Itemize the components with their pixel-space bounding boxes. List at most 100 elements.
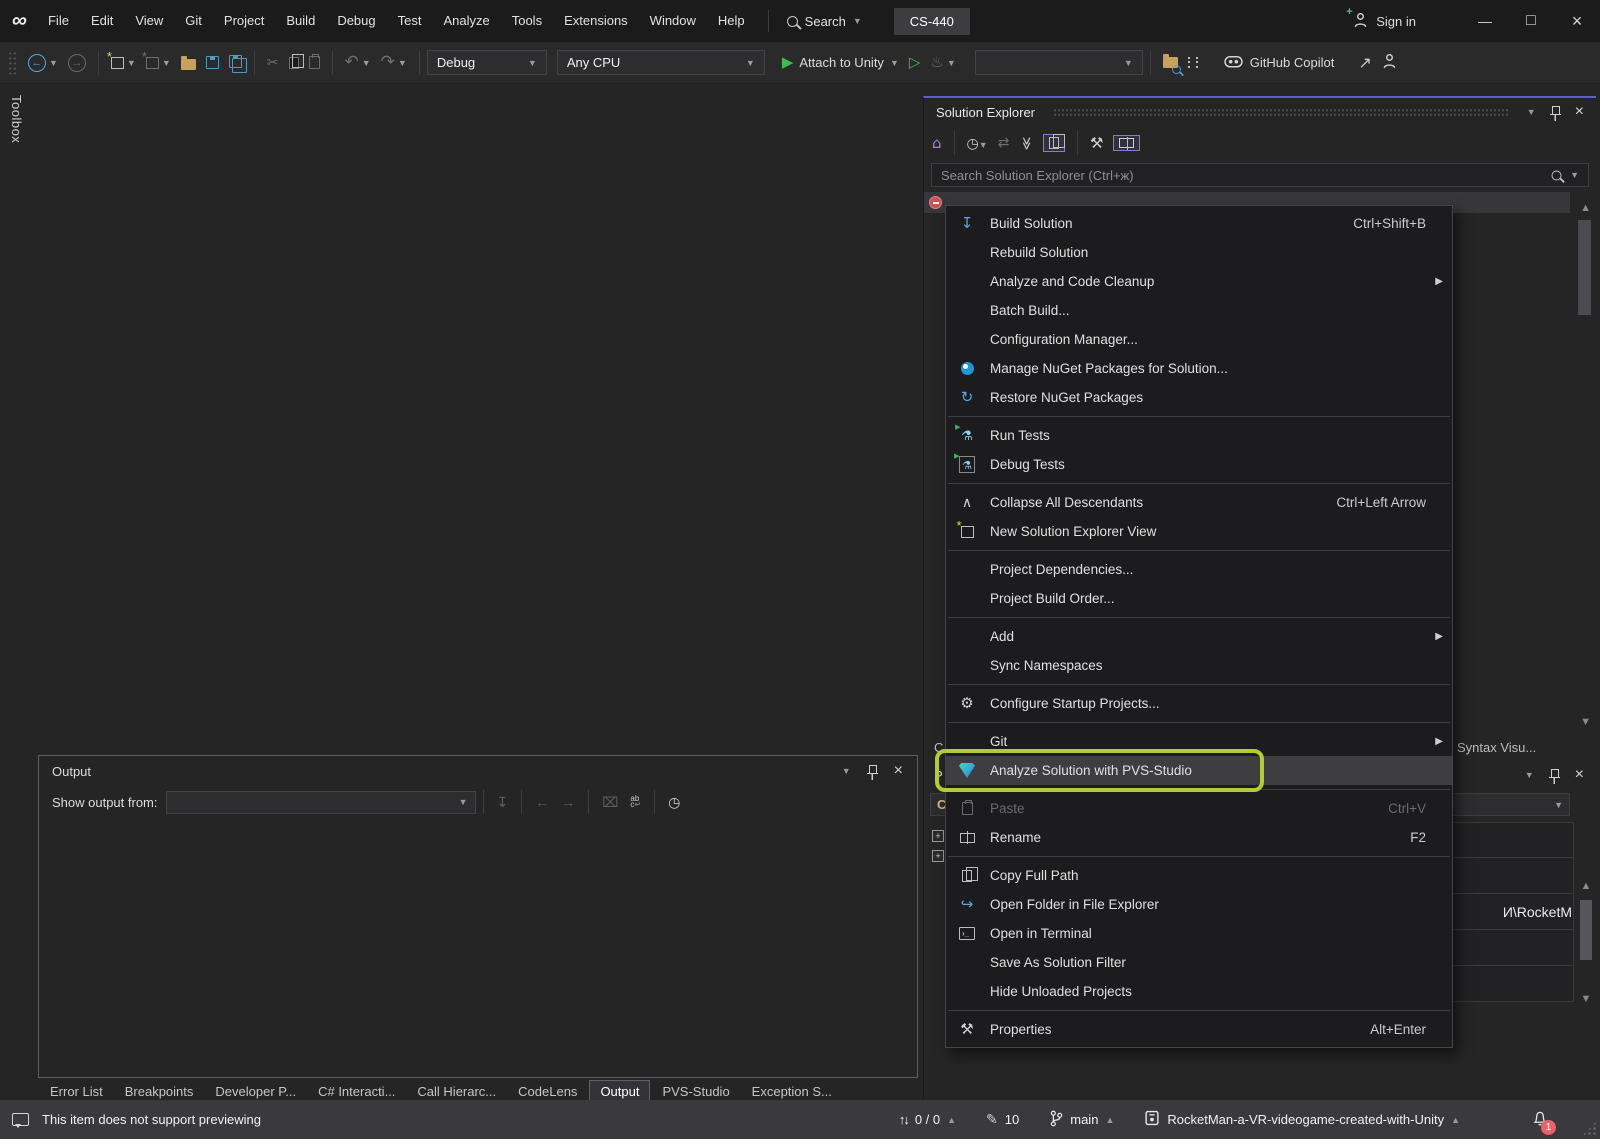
titlebar-search[interactable]: Search ▼: [781, 14, 868, 29]
undo-button[interactable]: ↶▼: [340, 46, 376, 80]
context-menu-item-configure-startup-projects[interactable]: ⚙Configure Startup Projects...: [946, 689, 1452, 718]
configuration-dropdown[interactable]: Debug▼: [427, 50, 547, 75]
solution-badge[interactable]: CS-440: [894, 8, 970, 35]
bottom-tab-call-hierarc[interactable]: Call Hierarc...: [407, 1081, 506, 1102]
context-menu-item-debug-tests[interactable]: ▶⚗Debug Tests: [946, 450, 1452, 479]
window-position-icon[interactable]: ▼: [1525, 770, 1534, 780]
expander-plus-icon[interactable]: +: [932, 830, 944, 842]
chevron-down-icon[interactable]: ▼: [1570, 170, 1579, 180]
hot-reload-button[interactable]: ♨▼: [925, 46, 960, 80]
share-button[interactable]: ↗: [1353, 46, 1376, 80]
context-menu-item-analyze-solution-with-pvs-studio[interactable]: Analyze Solution with PVS-Studio: [946, 756, 1452, 785]
pin-icon[interactable]: [867, 764, 878, 779]
platform-dropdown[interactable]: Any CPU▼: [557, 50, 765, 75]
repository-selector[interactable]: RocketMan-a-VR-videogame-created-with-Un…: [1144, 1110, 1460, 1129]
menubar-item-build[interactable]: Build: [275, 0, 326, 42]
context-menu-item-save-as-solution-filter[interactable]: Save As Solution Filter: [946, 948, 1452, 977]
panel-drag-texture[interactable]: [1053, 108, 1509, 117]
navigate-back-button[interactable]: ←▼: [23, 46, 63, 80]
bottom-tab-pvs-studio[interactable]: PVS-Studio: [652, 1081, 739, 1102]
goto-message-icon[interactable]: ↧: [497, 794, 509, 811]
search-icon[interactable]: [1552, 170, 1562, 180]
clear-all-icon[interactable]: ⌧: [602, 794, 618, 811]
properties-wrench-icon[interactable]: ⚒: [1090, 136, 1103, 151]
scrollbar-thumb[interactable]: [1580, 900, 1592, 960]
close-icon[interactable]: ×: [1575, 103, 1584, 121]
context-menu-item-open-in-terminal[interactable]: ›_Open in Terminal: [946, 919, 1452, 948]
bottom-tab-developer-p[interactable]: Developer P...: [205, 1081, 306, 1102]
start-without-debugging-button[interactable]: ▷: [904, 46, 926, 80]
context-menu-item-copy-full-path[interactable]: Copy Full Path: [946, 861, 1452, 890]
menubar-item-edit[interactable]: Edit: [80, 0, 124, 42]
scrollbar-thumb[interactable]: [1578, 220, 1591, 315]
window-position-icon[interactable]: ▼: [842, 766, 851, 776]
branch-selector[interactable]: main ▲: [1049, 1110, 1114, 1130]
menubar-item-project[interactable]: Project: [213, 0, 275, 42]
notifications-button[interactable]: 1: [1532, 1110, 1548, 1130]
menubar-item-help[interactable]: Help: [707, 0, 756, 42]
context-menu-item-build-solution[interactable]: ↧Build SolutionCtrl+Shift+B: [946, 209, 1452, 238]
menubar-item-analyze[interactable]: Analyze: [432, 0, 500, 42]
context-menu-item-configuration-manager[interactable]: Configuration Manager...: [946, 325, 1452, 354]
live-share-button[interactable]: [1377, 46, 1402, 80]
property-row[interactable]: [1448, 858, 1574, 894]
switch-views-icon[interactable]: ⌂: [932, 136, 942, 151]
context-menu-item-properties[interactable]: ⚒PropertiesAlt+Enter: [946, 1015, 1452, 1044]
resize-grip[interactable]: [1582, 1121, 1597, 1136]
sync-with-active-document-icon[interactable]: [1043, 134, 1065, 152]
scroll-up-arrow[interactable]: ▲: [1578, 880, 1594, 892]
bottom-tab-error-list[interactable]: Error List: [40, 1081, 113, 1102]
context-menu-item-add[interactable]: Add▶: [946, 622, 1452, 651]
bottom-tab-breakpoints[interactable]: Breakpoints: [115, 1081, 204, 1102]
word-wrap-icon[interactable]: abc↵: [630, 796, 641, 808]
context-menu-item-new-solution-explorer-view[interactable]: *New Solution Explorer View: [946, 517, 1452, 546]
context-menu-item-project-build-order[interactable]: Project Build Order...: [946, 584, 1452, 613]
context-menu-item-analyze-and-code-cleanup[interactable]: Analyze and Code Cleanup▶: [946, 267, 1452, 296]
pin-icon[interactable]: [1550, 105, 1561, 120]
context-menu-item-hide-unloaded-projects[interactable]: Hide Unloaded Projects: [946, 977, 1452, 1006]
menubar-item-extensions[interactable]: Extensions: [553, 0, 639, 42]
output-source-dropdown[interactable]: ▼: [166, 791, 476, 814]
maximize-button[interactable]: □: [1508, 0, 1554, 42]
hidden-tab-fragment[interactable]: C: [934, 740, 943, 755]
context-menu-item-git[interactable]: Git▶: [946, 727, 1452, 756]
context-menu-item-restore-nuget-packages[interactable]: ↻Restore NuGet Packages: [946, 383, 1452, 412]
bottom-tab-codelens[interactable]: CodeLens: [508, 1081, 587, 1102]
menubar-item-view[interactable]: View: [124, 0, 174, 42]
minimize-button[interactable]: —: [1462, 0, 1508, 42]
pending-changes-filter-icon[interactable]: ◷▼: [967, 136, 988, 151]
scroll-down-arrow[interactable]: ▼: [1578, 993, 1594, 1005]
pending-edits-indicator[interactable]: ✎ 10: [986, 1112, 1019, 1127]
property-row[interactable]: [1448, 966, 1574, 1002]
menubar-item-debug[interactable]: Debug: [326, 0, 386, 42]
paste-button[interactable]: [304, 46, 325, 80]
expander-plus-icon[interactable]: +: [932, 850, 944, 862]
pin-icon[interactable]: [1549, 768, 1560, 783]
collapse-all-icon[interactable]: ≫: [1020, 136, 1033, 150]
sync-icon[interactable]: ⇄: [998, 136, 1010, 150]
context-menu-item-project-dependencies[interactable]: Project Dependencies...: [946, 555, 1452, 584]
next-message-icon[interactable]: →: [561, 794, 575, 810]
new-project-button[interactable]: *▼: [106, 46, 141, 80]
find-in-files-button[interactable]: [1158, 46, 1183, 80]
attach-to-unity-button[interactable]: ▶ Attach to Unity ▼: [777, 46, 904, 80]
context-menu-item-batch-build[interactable]: Batch Build...: [946, 296, 1452, 325]
output-header[interactable]: Output ▼ ×: [39, 756, 917, 786]
profile-dropdown[interactable]: ▼: [975, 50, 1143, 75]
scroll-down-arrow[interactable]: ▼: [1580, 716, 1591, 728]
navigate-forward-button[interactable]: →: [63, 46, 91, 80]
cut-button[interactable]: ✂: [262, 46, 284, 80]
menubar-item-window[interactable]: Window: [639, 0, 707, 42]
github-copilot-button[interactable]: GitHub Copilot: [1219, 46, 1340, 80]
property-row[interactable]: И\RocketM: [1448, 894, 1574, 930]
context-menu-item-manage-nuget-packages-for-solution[interactable]: Manage NuGet Packages for Solution...: [946, 354, 1452, 383]
tab-syntax-visualizer[interactable]: Syntax Visu...: [1457, 740, 1536, 755]
close-icon[interactable]: ×: [894, 762, 903, 780]
context-menu-item-rename[interactable]: RenameF2: [946, 823, 1452, 852]
toolbar-grip[interactable]: [8, 51, 17, 75]
context-menu-item-open-folder-in-file-explorer[interactable]: ↪Open Folder in File Explorer: [946, 890, 1452, 919]
previous-message-icon[interactable]: ←: [535, 794, 549, 810]
context-menu-item-collapse-all-descendants[interactable]: ∧Collapse All DescendantsCtrl+Left Arrow: [946, 488, 1452, 517]
menubar-item-tools[interactable]: Tools: [501, 0, 553, 42]
add-item-button[interactable]: *▼: [141, 46, 176, 80]
